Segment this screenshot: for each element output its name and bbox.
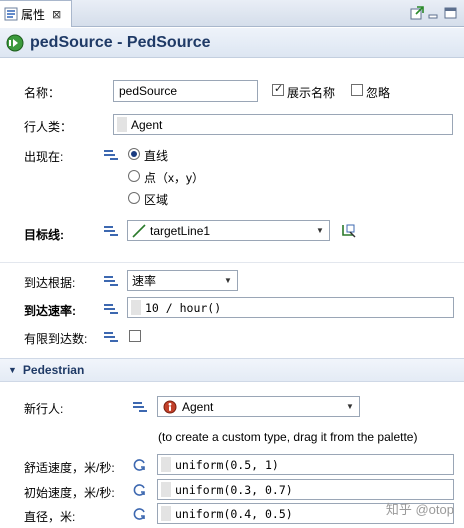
limited-arrivals-label: 有限到达数:	[24, 332, 88, 346]
comfort-speed-value: uniform(0.5, 1)	[175, 457, 279, 472]
chevron-down-icon[interactable]: ▼	[341, 397, 359, 416]
show-name-label: 展示名称	[287, 86, 336, 100]
properties-icon	[4, 7, 18, 21]
appear-option-point-radio[interactable]	[128, 170, 140, 182]
ped-type-label: 行人类：	[24, 120, 73, 134]
show-name-checkbox[interactable]	[272, 82, 284, 96]
name-value: pedSource	[119, 84, 178, 98]
pin-editor-icon[interactable]	[410, 6, 424, 20]
arrival-rate-input[interactable]: 10 / hour()	[127, 297, 454, 318]
diameter-value: uniform(0.4, 0.5)	[175, 506, 293, 521]
properties-header: pedSource - PedSource	[0, 28, 464, 58]
target-line-value: targetLine1	[150, 223, 211, 238]
field-gutter	[161, 506, 171, 521]
target-line-label: 目标线:	[24, 228, 64, 242]
appear-option-area-radio[interactable]	[128, 192, 140, 204]
name-input[interactable]: pedSource	[113, 80, 258, 102]
static-value-icon[interactable]	[133, 402, 147, 412]
ped-source-icon	[6, 34, 24, 51]
ignore-label: 忽略	[366, 86, 391, 100]
view-tab-bar: 属性 ⊠	[0, 0, 464, 27]
chevron-down-icon[interactable]: ▼	[219, 271, 237, 290]
minimize-view-icon[interactable]	[428, 6, 438, 20]
select-on-canvas-icon[interactable]	[340, 222, 358, 240]
appear-option-point-label: 点（x，y）	[144, 171, 205, 185]
arrival-basis-label: 到达根据:	[24, 276, 76, 290]
ped-type-value: Agent	[131, 117, 163, 132]
static-value-icon[interactable]	[104, 332, 118, 342]
appear-label: 出现在:	[24, 150, 64, 164]
dynamic-value-icon[interactable]	[133, 507, 147, 521]
divider	[0, 262, 464, 263]
new-ped-select[interactable]: Agent ▼	[157, 396, 360, 417]
initial-speed-value: uniform(0.3, 0.7)	[175, 482, 293, 497]
page-title: pedSource - PedSource	[30, 33, 211, 51]
static-value-icon[interactable]	[104, 150, 118, 160]
initial-speed-input[interactable]: uniform(0.3, 0.7)	[157, 479, 454, 500]
comfort-speed-label: 舒适速度，米/秒:	[24, 461, 115, 475]
dynamic-value-icon[interactable]	[133, 458, 147, 472]
dynamic-value-icon[interactable]	[133, 483, 147, 497]
arrival-rate-label: 到达速率:	[24, 304, 76, 318]
static-value-icon[interactable]	[104, 276, 118, 286]
diameter-label: 直径，米:	[24, 510, 76, 524]
name-label: 名称：	[24, 86, 61, 100]
ignore-checkbox[interactable]	[351, 84, 363, 96]
collapse-triangle-icon[interactable]: ▼	[8, 365, 17, 375]
ped-type-field[interactable]: Agent	[113, 114, 453, 135]
static-value-icon[interactable]	[104, 226, 118, 236]
custom-type-hint: (to create a custom type, drag it from t…	[158, 430, 418, 444]
watermark: 知乎 @otop	[385, 502, 454, 517]
static-value-icon[interactable]	[104, 304, 118, 314]
chevron-down-icon[interactable]: ▼	[311, 221, 329, 240]
field-gutter	[161, 457, 171, 472]
appear-option-line-label: 直线	[144, 149, 169, 163]
arrival-rate-value: 10 / hour()	[145, 300, 222, 315]
target-line-select[interactable]: targetLine1 ▼	[127, 220, 330, 241]
section-title: Pedestrian	[22, 363, 85, 377]
field-gutter	[131, 300, 141, 315]
pedestrian-section-header[interactable]: ▼ Pedestrian	[0, 358, 464, 382]
new-ped-label: 新行人:	[24, 402, 64, 416]
new-ped-value: Agent	[182, 399, 214, 414]
tab-properties[interactable]: 属性 ⊠	[0, 0, 72, 27]
field-gutter	[161, 482, 171, 497]
appear-option-line-radio[interactable]	[128, 148, 140, 160]
comfort-speed-input[interactable]: uniform(0.5, 1)	[157, 454, 454, 475]
appear-option-area-label: 区域	[144, 193, 169, 207]
maximize-view-icon[interactable]	[444, 6, 458, 20]
limited-arrivals-checkbox[interactable]	[129, 330, 141, 342]
arrival-basis-value: 速率	[132, 274, 157, 288]
arrival-basis-select[interactable]: 速率 ▼	[127, 270, 238, 291]
tab-label: 属性	[21, 7, 46, 22]
initial-speed-label: 初始速度，米/秒:	[24, 486, 115, 500]
close-tab-icon[interactable]: ⊠	[52, 8, 61, 21]
field-gutter	[117, 117, 127, 132]
line-icon	[132, 223, 146, 238]
agent-icon	[163, 400, 177, 413]
